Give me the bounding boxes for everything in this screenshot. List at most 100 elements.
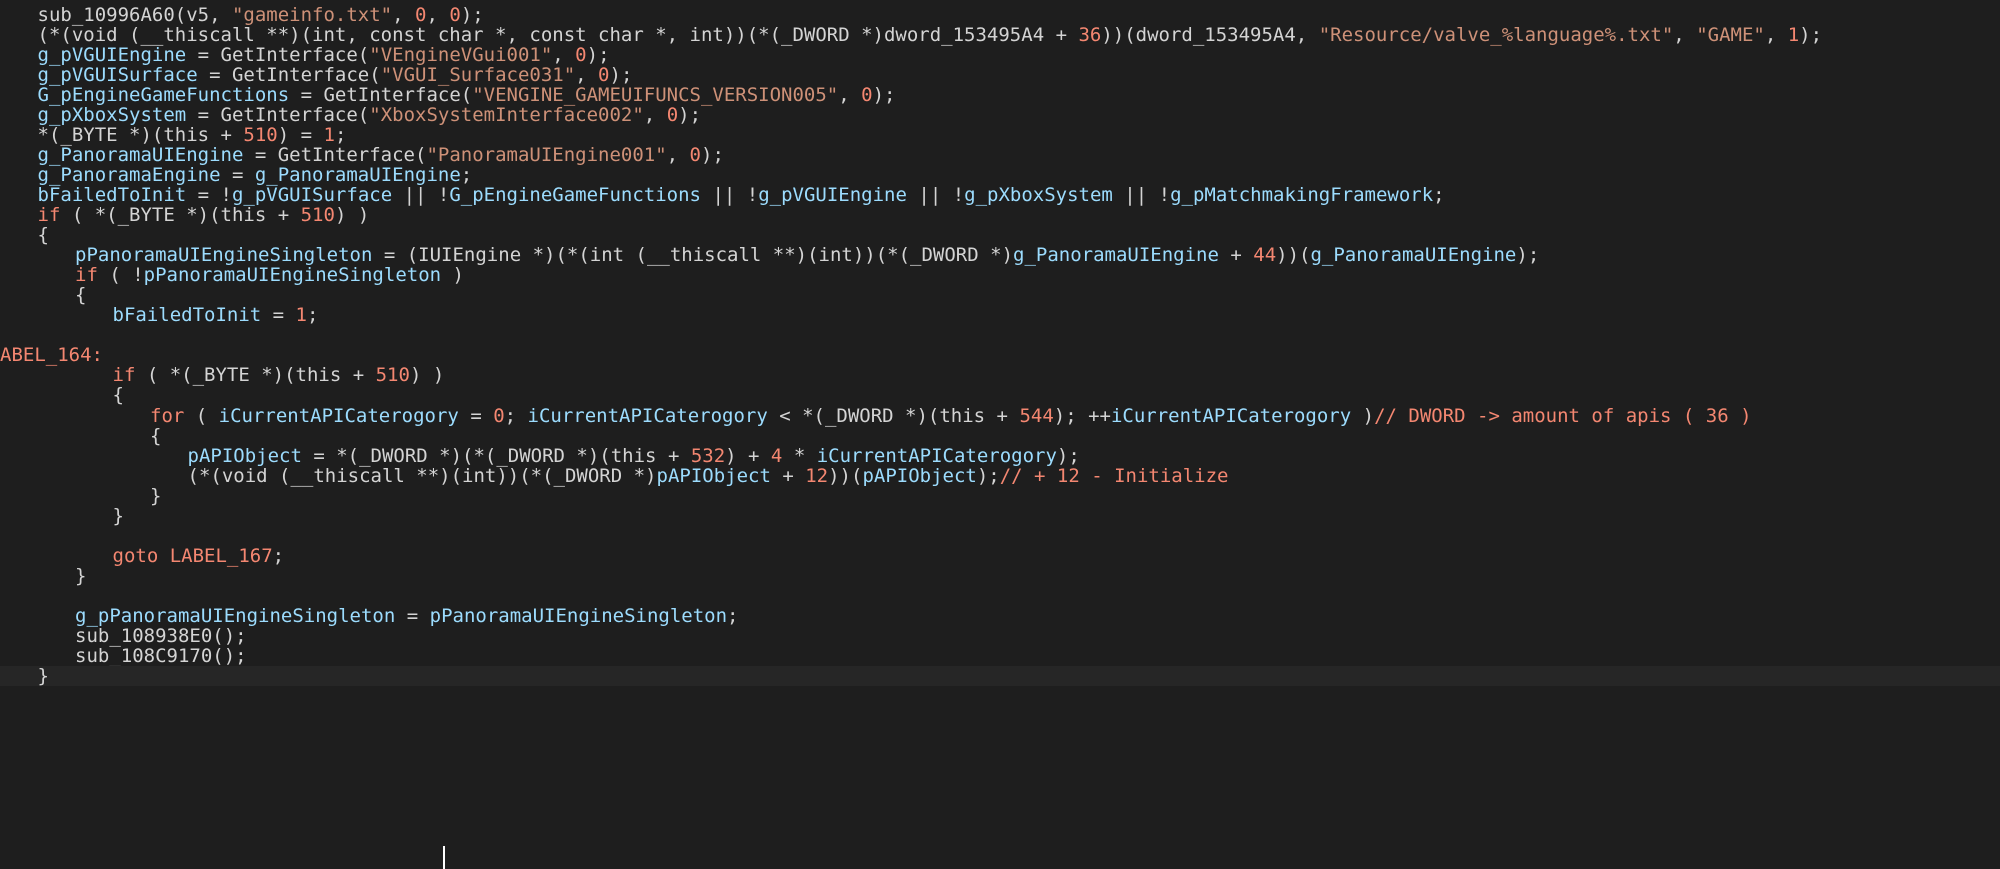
code-text: } [112,504,124,527]
code-text: ( [184,404,219,427]
text-caret [443,846,445,869]
code-line[interactable]: } [0,566,2000,586]
code-text: ); [1516,244,1540,267]
code-line[interactable]: bFailedToInit = !g_pVGUISurface || !G_pE… [0,185,2000,205]
string-literal: "GAME" [1696,23,1765,46]
code-line[interactable]: if ( *(_BYTE *)(this + 510) ) [0,365,2000,385]
identifier: G_pEngineGameFunctions [37,83,290,106]
number-literal: 44 [1253,244,1277,267]
code-text: (*(void (__thiscall **)(int, const char … [37,23,1079,46]
code-text: = [220,163,255,186]
number-literal: 0 [575,43,587,66]
code-line[interactable]: g_PanoramaEngine = g_PanoramaUIEngine; [0,165,2000,185]
code-text: = GetInterface( [197,63,381,86]
code-line[interactable]: g_pPanoramaUIEngineSingleton = pPanorama… [0,606,2000,626]
identifier: pPanoramaUIEngineSingleton [143,264,442,287]
code-text: ; [272,544,285,567]
code-line[interactable]: bFailedToInit = 1; [0,305,2000,325]
code-text: = *(_DWORD *)(*(_DWORD *)(this + [301,444,691,467]
identifier: bFailedToInit [37,183,187,206]
code-line[interactable]: sub_108C9170(); [0,646,2000,666]
number-literal: 532 [690,444,726,467]
code-line[interactable]: g_pVGUIEngine = GetInterface("VEngineVGu… [0,45,2000,65]
code-line[interactable]: if ( *(_BYTE *)(this + 510) ) [0,205,2000,225]
code-line[interactable]: { [0,426,2000,446]
code-line[interactable]: (*(void (__thiscall **)(int, const char … [0,25,2000,45]
code-text: = GetInterface( [289,83,473,106]
pseudocode-editor[interactable]: sub_10996A60(v5, "gameinfo.txt", 0, 0);(… [0,0,2000,869]
code-text: ); [976,464,1000,487]
string-literal: "VEngineVGui001" [369,43,553,66]
code-line[interactable]: *(_BYTE *)(this + 510) = 1; [0,125,2000,145]
identifier: pPanoramaUIEngineSingleton [75,244,373,267]
identifier: g_pVGUISurface [37,63,198,86]
code-text: ); [609,63,633,86]
code-text: ))( [828,464,863,487]
code-line[interactable]: (*(void (__thiscall **)(int))(*(_DWORD *… [0,466,2000,486]
identifier: iCurrentAPICaterogory [527,404,768,427]
code-text: } [150,484,162,507]
identifier: g_pMatchmakingFramework [1170,183,1434,206]
code-text: ; [460,163,473,186]
code-text: ) = [277,123,324,146]
code-line[interactable]: G_pEngineGameFunctions = GetInterface("V… [0,85,2000,105]
code-text: ))( [1276,244,1311,267]
code-line[interactable]: sub_10996A60(v5, "gameinfo.txt", 0, 0); [0,4,2000,25]
code-line[interactable]: g_pXboxSystem = GetInterface("XboxSystem… [0,105,2000,125]
identifier: G_pEngineGameFunctions [449,183,702,206]
code-text: , [552,43,576,66]
code-line[interactable]: } [0,506,2000,526]
code-line[interactable] [0,325,2000,345]
code-text: ); [1799,23,1823,46]
code-line[interactable]: ABEL_164: [0,345,2000,365]
code-text: { [75,284,87,307]
code-text: = ! [186,183,232,206]
identifier: g_PanoramaUIEngine [37,143,244,166]
code-text: , [838,83,862,106]
code-text: , [1673,23,1697,46]
code-text: } [75,564,87,587]
number-literal: 36 [1078,23,1102,46]
code-text: ); [678,103,702,126]
code-text: = GetInterface( [243,143,427,166]
identifier: g_pVGUISurface [231,183,393,206]
code-line[interactable]: pPanoramaUIEngineSingleton = (IUIEngine … [0,245,2000,265]
code-line[interactable] [0,526,2000,546]
code-text: + [770,464,806,487]
code-line[interactable]: g_PanoramaUIEngine = GetInterface("Panor… [0,145,2000,165]
number-literal: 0 [689,143,701,166]
code-text: , [666,143,690,166]
code-line[interactable]: pAPIObject = *(_DWORD *)(*(_DWORD *)(thi… [0,446,2000,466]
number-literal: 4 [770,444,783,467]
code-line[interactable]: } [0,666,2000,687]
code-text: = [261,304,296,327]
code-line[interactable] [0,586,2000,606]
code-line[interactable]: sub_108938E0(); [0,626,2000,646]
code-line[interactable]: { [0,285,2000,305]
identifier: pAPIObject [187,444,302,467]
number-literal: 544 [1019,404,1054,427]
identifier: g_pPanoramaUIEngineSingleton [75,605,396,627]
identifier: g_PanoramaUIEngine [1013,244,1219,267]
identifier: iCurrentAPICaterogory [1110,404,1352,427]
code-text: ); [586,43,610,66]
code-line[interactable]: { [0,225,2000,245]
code-line[interactable]: } [0,486,2000,506]
comment: // + 12 - Initialize [999,464,1229,487]
code-line[interactable]: for ( iCurrentAPICaterogory = 0; iCurren… [0,404,2000,427]
code-text: ) [441,264,464,287]
code-text: sub_108C9170(); [75,645,247,668]
code-text: ); ++ [1053,404,1111,427]
string-literal: "Resource/valve_%language%.txt" [1318,23,1674,46]
code-line[interactable]: goto LABEL_167; [0,546,2000,566]
code-text: || ! [701,183,759,206]
code-line[interactable]: { [0,385,2000,405]
code-line[interactable]: g_pVGUISurface = GetInterface("VGUI_Surf… [0,65,2000,85]
code-text: sub_108938E0(); [75,625,247,648]
code-line[interactable]: if ( !pPanoramaUIEngineSingleton ) [0,265,2000,285]
keyword: if [37,204,61,226]
number-literal: 510 [243,123,278,146]
code-text: { [150,424,162,447]
identifier: pAPIObject [656,464,771,487]
